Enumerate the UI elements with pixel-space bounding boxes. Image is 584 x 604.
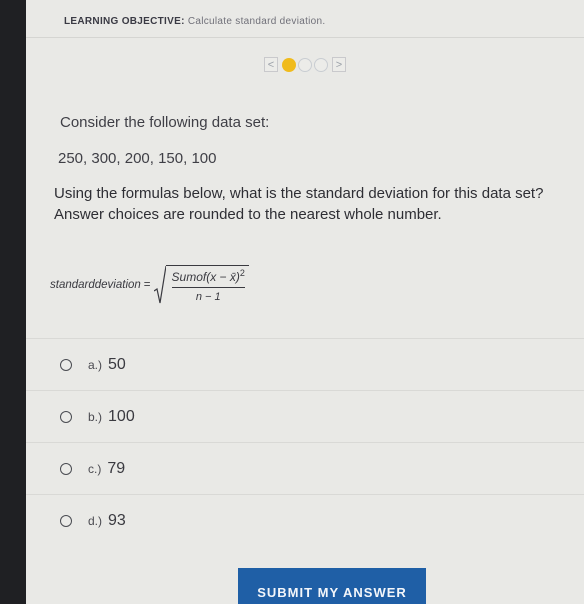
learning-objective: LEARNING OBJECTIVE: Calculate standard d… xyxy=(64,16,325,27)
option-letter: c.) xyxy=(88,461,102,476)
std-dev-formula: standarddeviation = Sumof(x − x̄)2 n − 1 xyxy=(50,263,249,307)
radio-button-icon[interactable] xyxy=(60,358,72,371)
data-set: 250, 300, 200, 150, 100 xyxy=(58,150,217,167)
objective-label: LEARNING OBJECTIVE: xyxy=(64,16,185,27)
option-value: 93 xyxy=(108,511,126,529)
pager-dot-3[interactable] xyxy=(314,57,328,72)
formula-equals: = xyxy=(143,279,151,291)
submit-answer-button[interactable]: SUBMIT MY ANSWER xyxy=(238,568,426,604)
formula-numerator: Sumof(x − x̄)2 xyxy=(171,268,245,288)
option-letter: d.) xyxy=(88,513,103,528)
option-c[interactable]: c.) 79 xyxy=(26,442,584,494)
header-divider xyxy=(26,37,584,38)
radio-button-icon[interactable] xyxy=(60,462,72,475)
square-root: Sumof(x − x̄)2 n − 1 xyxy=(153,265,249,305)
question-page: LEARNING OBJECTIVE: Calculate standard d… xyxy=(26,0,584,604)
numerator-exponent: 2 xyxy=(239,268,245,278)
radio-button-icon[interactable] xyxy=(60,514,72,527)
option-value: 50 xyxy=(108,355,126,373)
objective-text: Calculate standard deviation. xyxy=(187,16,326,27)
option-letter: b.) xyxy=(88,409,103,424)
option-b[interactable]: b.) 100 xyxy=(26,390,584,442)
question-intro: Consider the following data set: xyxy=(60,114,270,131)
answer-options: a.) 50 b.) 100 c.) 79 d.) 93 xyxy=(26,338,584,546)
option-d[interactable]: d.) 93 xyxy=(26,494,584,546)
numerator-text: Sumof(x − x̄) xyxy=(171,270,240,284)
chevron-left-icon[interactable]: < xyxy=(264,57,278,72)
chevron-right-icon[interactable]: > xyxy=(332,57,346,72)
pager-dot-2[interactable] xyxy=(298,57,312,72)
radio-button-icon[interactable] xyxy=(60,410,72,423)
option-value: 79 xyxy=(107,459,126,477)
formula-denominator: n − 1 xyxy=(195,291,221,303)
option-value: 100 xyxy=(108,407,135,425)
option-a[interactable]: a.) 50 xyxy=(26,338,584,390)
formula-fraction: Sumof(x − x̄)2 n − 1 xyxy=(165,265,249,305)
option-letter: a.) xyxy=(88,357,103,372)
pager-dot-1[interactable] xyxy=(282,57,296,72)
formula-lhs: standarddeviation xyxy=(50,279,141,291)
question-pager: < > xyxy=(264,56,346,73)
question-prompt: Using the formulas below, what is the st… xyxy=(54,185,544,223)
radical-sign-icon xyxy=(153,265,166,304)
